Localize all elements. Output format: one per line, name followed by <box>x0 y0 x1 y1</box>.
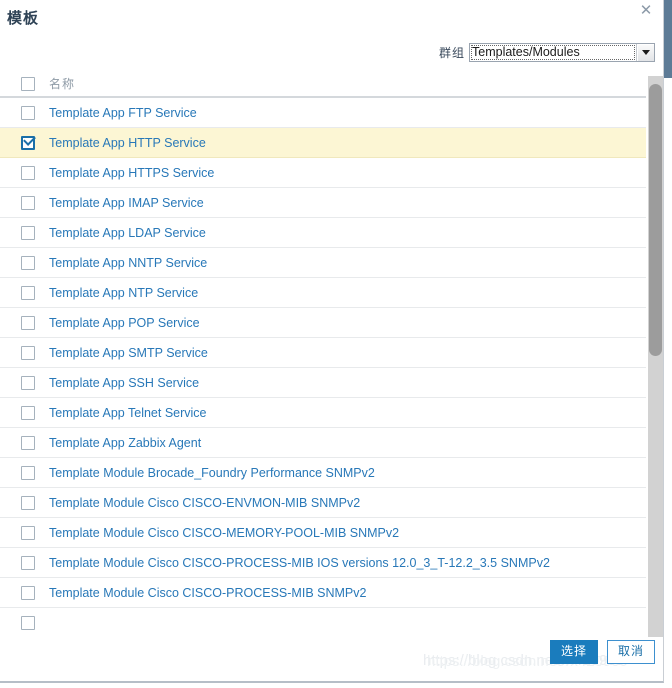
group-select-value[interactable]: Templates/Modules <box>470 44 636 61</box>
table-row[interactable]: Template App HTTP Service <box>0 128 646 158</box>
column-header-name: 名称 <box>49 77 76 91</box>
row-checkbox[interactable] <box>21 285 35 300</box>
template-list: 名称 Template App FTP Service Template App… <box>0 71 646 637</box>
template-name-link[interactable]: Template App NNTP Service <box>49 256 207 270</box>
row-checkbox[interactable] <box>21 555 35 570</box>
template-name-link[interactable]: Template Module Cisco CISCO-PROCESS-MIB … <box>49 586 366 600</box>
template-name-link[interactable]: Template App LDAP Service <box>49 226 206 240</box>
table-row[interactable]: Template App LDAP Service <box>0 218 646 248</box>
table-row[interactable]: Template App FTP Service <box>0 98 646 128</box>
row-checkbox[interactable] <box>21 405 35 420</box>
row-checkbox[interactable] <box>21 615 35 630</box>
template-name-link[interactable]: Template Module Cisco CISCO-MEMORY-POOL-… <box>49 526 399 540</box>
row-checkbox[interactable] <box>21 315 35 330</box>
table-row[interactable]: Template App SSH Service <box>0 368 646 398</box>
row-checkbox[interactable] <box>21 255 35 270</box>
row-checkbox[interactable] <box>21 345 35 360</box>
table-row[interactable]: Template Module Cisco CISCO-PROCESS-MIB … <box>0 548 646 578</box>
template-name-link[interactable]: Template App HTTP Service <box>49 136 206 150</box>
cancel-button[interactable]: 取消 <box>606 640 655 664</box>
page-scrollbar-thumb[interactable] <box>664 0 672 78</box>
dialog-title: 模板 <box>7 9 40 27</box>
row-checkbox[interactable] <box>21 435 35 450</box>
check-icon <box>23 132 36 146</box>
row-checkbox[interactable] <box>21 585 35 600</box>
template-name-link[interactable]: Template Module Brocade_Foundry Performa… <box>49 466 375 480</box>
row-checkbox[interactable] <box>21 105 35 120</box>
row-checkbox[interactable] <box>21 465 35 480</box>
table-row[interactable]: Template App Telnet Service <box>0 398 646 428</box>
table-row[interactable]: Template Module Cisco CISCO-ENVMON-MIB S… <box>0 488 646 518</box>
table-row[interactable]: Template App Zabbix Agent <box>0 428 646 458</box>
row-checkbox[interactable] <box>21 495 35 510</box>
group-filter-label: 群组 <box>438 46 465 60</box>
page-scrollbar[interactable] <box>664 0 672 688</box>
group-filter: 群组 Templates/Modules <box>439 43 655 62</box>
template-name-link[interactable]: Template App Telnet Service <box>49 406 207 420</box>
table-row[interactable]: Template Module Brocade_Foundry Performa… <box>0 458 646 488</box>
select-all-checkbox[interactable] <box>21 76 35 91</box>
row-checkbox[interactable] <box>21 375 35 390</box>
table-row[interactable]: Template App NTP Service <box>0 278 646 308</box>
template-name-link[interactable]: Template App Zabbix Agent <box>49 436 201 450</box>
table-row[interactable]: Template App NNTP Service <box>0 248 646 278</box>
template-list-viewport: 名称 Template App FTP Service Template App… <box>0 71 663 637</box>
row-checkbox[interactable] <box>21 165 35 180</box>
list-scrollbar-thumb[interactable] <box>649 84 662 356</box>
table-row[interactable]: Template Module Cisco CISCO-MEMORY-POOL-… <box>0 518 646 548</box>
table-row[interactable]: Template App POP Service <box>0 308 646 338</box>
table-row[interactable]: Template App SMTP Service <box>0 338 646 368</box>
group-select[interactable]: Templates/Modules <box>469 43 655 62</box>
template-name-link[interactable]: Template App SMTP Service <box>49 346 208 360</box>
template-name-link[interactable]: Template App IMAP Service <box>49 196 204 210</box>
row-checkbox[interactable] <box>21 225 35 240</box>
template-name-link[interactable]: Template Module Cisco CISCO-PROCESS-MIB … <box>49 556 550 570</box>
row-checkbox[interactable] <box>21 132 36 150</box>
select-button[interactable]: 选择 <box>549 640 598 664</box>
table-row[interactable] <box>0 608 646 637</box>
list-scrollbar[interactable] <box>648 76 663 637</box>
template-name-link[interactable]: Template App HTTPS Service <box>49 166 214 180</box>
row-checkbox[interactable] <box>21 525 35 540</box>
chevron-down-icon[interactable] <box>636 44 654 61</box>
template-name-link[interactable]: Template App FTP Service <box>49 106 197 120</box>
template-selection-dialog: 模板 ✕ 群组 Templates/Modules 名称 Template Ap… <box>0 0 664 683</box>
dialog-footer: 选择 取消 <box>549 640 655 664</box>
table-row[interactable]: Template App HTTPS Service <box>0 158 646 188</box>
template-name-link[interactable]: Template Module Cisco CISCO-ENVMON-MIB S… <box>49 496 360 510</box>
template-name-link[interactable]: Template App POP Service <box>49 316 200 330</box>
table-row[interactable]: Template App IMAP Service <box>0 188 646 218</box>
table-header-row: 名称 <box>0 71 646 98</box>
template-name-link[interactable]: Template App SSH Service <box>49 376 199 390</box>
table-row[interactable]: Template Module Cisco CISCO-PROCESS-MIB … <box>0 578 646 608</box>
row-checkbox[interactable] <box>21 195 35 210</box>
template-name-link[interactable]: Template App NTP Service <box>49 286 198 300</box>
close-icon[interactable]: ✕ <box>638 2 654 18</box>
